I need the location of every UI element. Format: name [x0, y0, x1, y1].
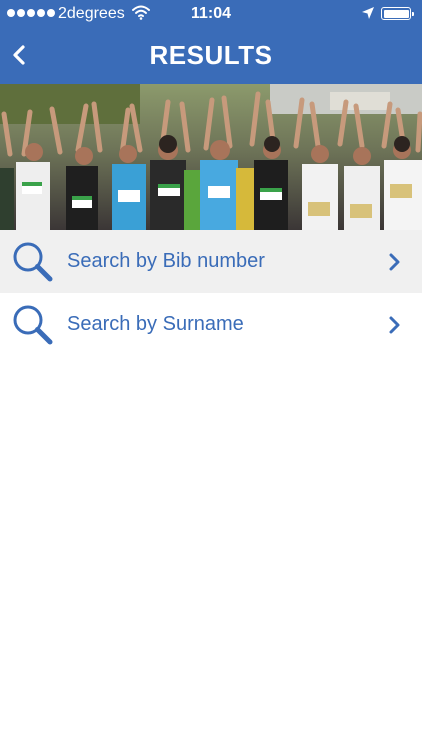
status-bar: 2degrees 11:04 — [0, 0, 422, 28]
search-icon — [13, 242, 53, 282]
runners-crowd-image — [0, 84, 422, 230]
clock: 11:04 — [190, 5, 232, 22]
navigation-bar: 2degrees 11:04 RESULTS — [0, 0, 422, 84]
menu-item-label: Search by Surname — [67, 313, 244, 335]
location-arrow-icon — [362, 7, 374, 19]
battery-icon — [381, 7, 414, 20]
hero-image — [0, 84, 422, 230]
menu-item-search-surname[interactable]: Search by Surname — [0, 293, 422, 356]
search-icon — [13, 305, 53, 345]
menu-item-label: Search by Bib number — [67, 250, 265, 272]
page-title: RESULTS — [149, 40, 273, 70]
chevron-right-icon — [389, 316, 400, 334]
chevron-right-icon — [389, 253, 400, 271]
menu-item-search-bib[interactable]: Search by Bib number — [0, 230, 422, 293]
